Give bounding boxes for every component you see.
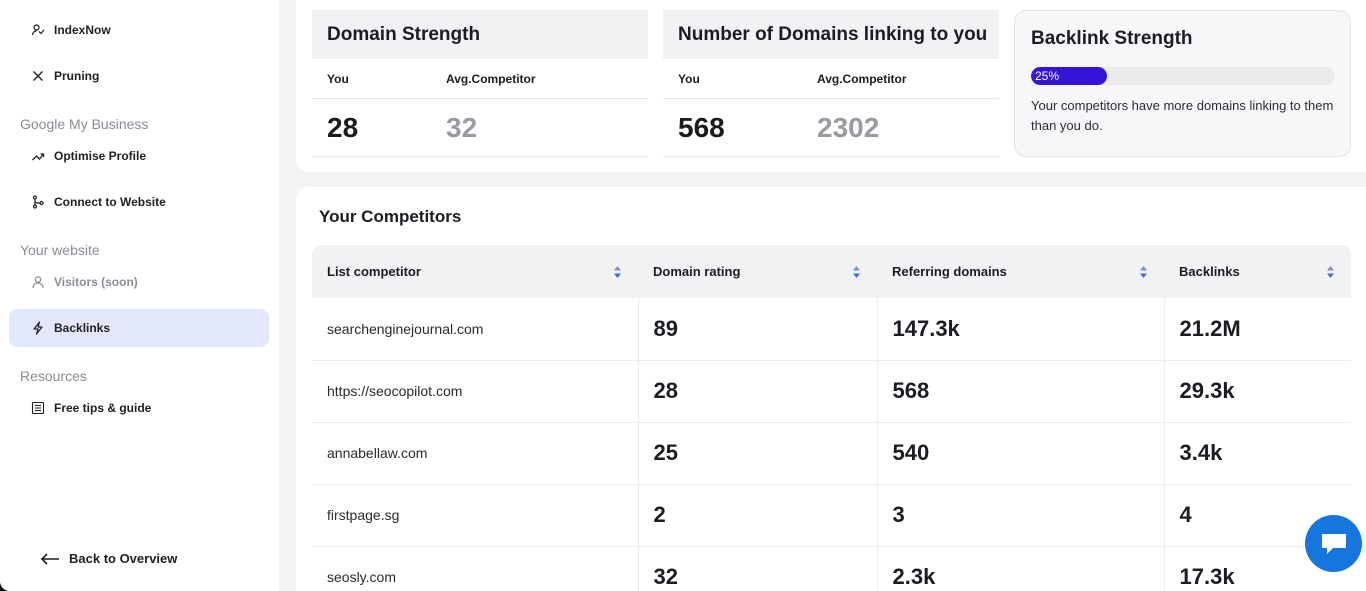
you-label: You bbox=[327, 72, 349, 86]
column-header-list-competitor[interactable]: List competitor bbox=[312, 245, 638, 298]
domain-strength-title: Domain Strength bbox=[312, 10, 648, 59]
backlinks-value: 29.3k bbox=[1163, 360, 1351, 423]
sidebar-item-label: Connect to Website bbox=[54, 195, 166, 209]
sidebar-item-label: Pruning bbox=[54, 69, 100, 83]
referring-domains-value: 147.3k bbox=[876, 298, 1164, 361]
competitors-table: List competitor Domain rating Referring … bbox=[312, 245, 1351, 591]
sidebar-item-label: IndexNow bbox=[54, 23, 111, 37]
sidebar: IndexNow Pruning Google My Business Opti… bbox=[0, 0, 279, 591]
sidebar-item-pruning[interactable]: Pruning bbox=[9, 57, 269, 95]
sidebar-item-connect-to-website[interactable]: Connect to Website bbox=[9, 183, 269, 221]
progress-fill: 25% bbox=[1031, 67, 1107, 85]
avg-competitor-label: Avg.Competitor bbox=[817, 72, 907, 86]
competitors-title: Your Competitors bbox=[319, 207, 462, 226]
sidebar-item-indexnow[interactable]: IndexNow bbox=[9, 11, 269, 49]
branch-icon bbox=[31, 195, 45, 209]
backlink-strength-panel: Backlink Strength 25% Your competitors h… bbox=[1014, 10, 1351, 157]
avg-competitor-value: 2302 bbox=[817, 112, 880, 143]
domain-rating-value: 2 bbox=[637, 484, 877, 547]
trend-up-icon bbox=[31, 149, 45, 163]
table-header-row: List competitor Domain rating Referring … bbox=[312, 245, 1351, 298]
sort-icon bbox=[614, 266, 621, 278]
backlink-strength-title: Backlink Strength bbox=[1031, 28, 1193, 49]
table-row: seosly.com 32 2.3k 17.3k bbox=[312, 546, 1351, 591]
domain-rating-value: 25 bbox=[637, 422, 877, 485]
linking-domains-panel: Number of Domains linking to you You Avg… bbox=[663, 10, 999, 157]
arrow-left-icon bbox=[40, 552, 59, 565]
domain-rating-value: 89 bbox=[637, 298, 877, 361]
sidebar-item-free-tips[interactable]: Free tips & guide bbox=[9, 389, 269, 427]
backlink-strength-progress: 25% bbox=[1031, 67, 1335, 85]
section-label-your-website: Your website bbox=[20, 242, 100, 258]
competitor-name: annabellaw.com bbox=[312, 422, 638, 485]
backlinks-value: 3.4k bbox=[1163, 422, 1351, 485]
back-to-overview-label: Back to Overview bbox=[69, 551, 178, 566]
column-header-backlinks[interactable]: Backlinks bbox=[1164, 245, 1351, 298]
avg-competitor-label: Avg.Competitor bbox=[446, 72, 536, 86]
column-header-referring-domains[interactable]: Referring domains bbox=[877, 245, 1164, 298]
domain-rating-value: 28 bbox=[637, 360, 877, 423]
close-icon bbox=[31, 69, 45, 83]
sort-icon bbox=[1327, 266, 1334, 278]
you-value: 28 bbox=[327, 112, 359, 143]
competitor-name: seosly.com bbox=[312, 546, 638, 591]
sidebar-item-optimise-profile[interactable]: Optimise Profile bbox=[9, 137, 269, 175]
referring-domains-value: 568 bbox=[876, 360, 1164, 423]
competitor-name: https://seocopilot.com bbox=[312, 360, 638, 423]
back-to-overview-link[interactable]: Back to Overview bbox=[40, 551, 177, 566]
chat-bubble-icon bbox=[1321, 533, 1346, 554]
you-value: 568 bbox=[678, 112, 725, 143]
backlinks-value: 21.2M bbox=[1163, 298, 1351, 361]
sidebar-item-label: Visitors (soon) bbox=[54, 275, 138, 289]
sort-icon bbox=[853, 266, 860, 278]
table-row: annabellaw.com 25 540 3.4k bbox=[312, 422, 1351, 485]
referring-domains-value: 2.3k bbox=[876, 546, 1164, 591]
app-window: IndexNow Pruning Google My Business Opti… bbox=[0, 0, 1366, 591]
referring-domains-value: 540 bbox=[876, 422, 1164, 485]
column-header-domain-rating[interactable]: Domain rating bbox=[638, 245, 877, 298]
competitors-card: Your Competitors List competitor Domain … bbox=[296, 187, 1366, 591]
referring-domains-value: 3 bbox=[876, 484, 1164, 547]
sidebar-item-label: Optimise Profile bbox=[54, 149, 147, 163]
section-label-resources: Resources bbox=[20, 368, 87, 384]
domain-strength-panel: Domain Strength You Avg.Competitor 28 32 bbox=[312, 10, 648, 157]
you-label: You bbox=[678, 72, 700, 86]
user-icon bbox=[31, 275, 45, 289]
sidebar-item-label: Backlinks bbox=[54, 321, 111, 335]
table-row: https://seocopilot.com 28 568 29.3k bbox=[312, 360, 1351, 423]
backlink-strength-message: Your competitors have more domains linki… bbox=[1031, 98, 1334, 133]
chat-button[interactable] bbox=[1305, 515, 1362, 572]
competitor-name: searchenginejournal.com bbox=[312, 298, 638, 361]
bolt-icon bbox=[31, 321, 45, 335]
sidebar-item-backlinks[interactable]: Backlinks bbox=[9, 309, 269, 347]
document-icon bbox=[31, 401, 45, 415]
domain-rating-value: 32 bbox=[637, 546, 877, 591]
section-label-google-my-business: Google My Business bbox=[20, 116, 149, 132]
table-row: searchenginejournal.com 89 147.3k 21.2M bbox=[312, 298, 1351, 361]
avg-competitor-value: 32 bbox=[446, 112, 478, 143]
sidebar-item-label: Free tips & guide bbox=[54, 401, 152, 415]
table-row: firstpage.sg 2 3 4 bbox=[312, 484, 1351, 547]
linking-domains-title: Number of Domains linking to you bbox=[663, 10, 999, 59]
sidebar-item-visitors[interactable]: Visitors (soon) bbox=[9, 263, 269, 301]
indexnow-icon bbox=[31, 23, 45, 37]
sort-icon bbox=[1140, 266, 1147, 278]
competitor-name: firstpage.sg bbox=[312, 484, 638, 547]
